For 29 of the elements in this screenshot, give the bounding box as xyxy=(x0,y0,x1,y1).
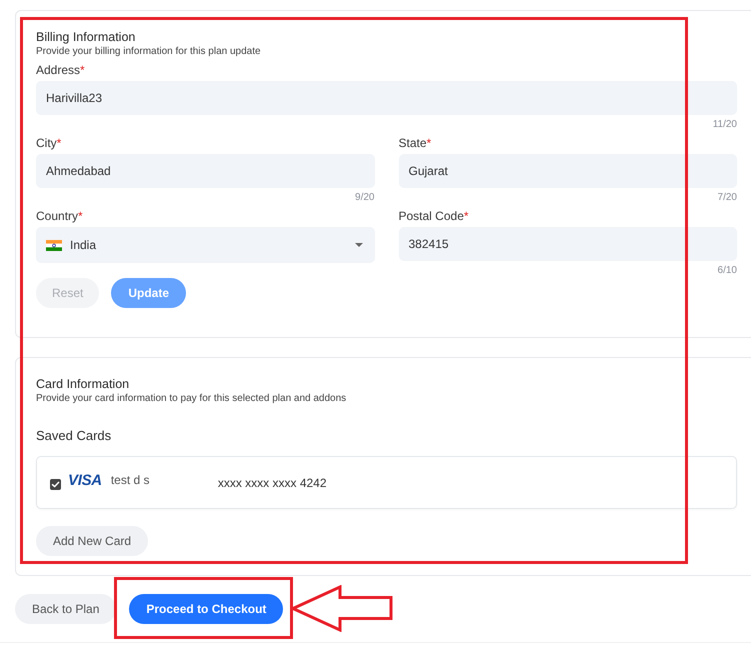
section-title: Card Information xyxy=(36,376,130,392)
field-label: Address* xyxy=(36,62,86,78)
text-field[interactable]: Ahmedabad xyxy=(36,154,374,188)
field-label: Postal Code* xyxy=(398,208,470,224)
field-label: Country* xyxy=(36,208,84,224)
secondary-button[interactable]: Back to Plan xyxy=(15,594,116,624)
flag-icon xyxy=(46,240,62,250)
saved-cards-heading: Saved Cards xyxy=(36,427,112,444)
caret-icon xyxy=(354,243,362,247)
section-subtitle: Provide your card information to pay for this selected plan and addons xyxy=(36,392,348,406)
card-holder-name: test d s xyxy=(110,472,150,486)
card-brand-logo: VISA xyxy=(68,472,102,489)
saved-card[interactable]: VISA test d s xxxx xxxx xxxx 4242 xyxy=(36,456,737,509)
text-field[interactable]: 382415 xyxy=(398,227,737,261)
field-label: State* xyxy=(398,135,432,151)
character-counter: 9/20 xyxy=(355,191,374,205)
text-field[interactable]: Gujarat xyxy=(398,154,737,188)
text-field[interactable]: Harivilla23 xyxy=(36,81,737,115)
add-card-button[interactable]: Add New Card xyxy=(36,526,148,556)
character-counter: 11/20 xyxy=(712,118,737,132)
section-title: Billing Information xyxy=(36,29,136,45)
country-select[interactable]: India xyxy=(36,227,374,263)
field-label: City* xyxy=(36,135,62,151)
primary-button[interactable]: Proceed to Checkout xyxy=(129,594,284,624)
checkbox[interactable] xyxy=(50,479,61,490)
character-counter: 7/20 xyxy=(718,191,737,205)
section-subtitle: Provide your billing information for this plan update xyxy=(36,45,262,59)
card-number: xxxx xxxx xxxx 4242 xyxy=(218,476,327,490)
character-counter: 6/10 xyxy=(718,264,737,278)
